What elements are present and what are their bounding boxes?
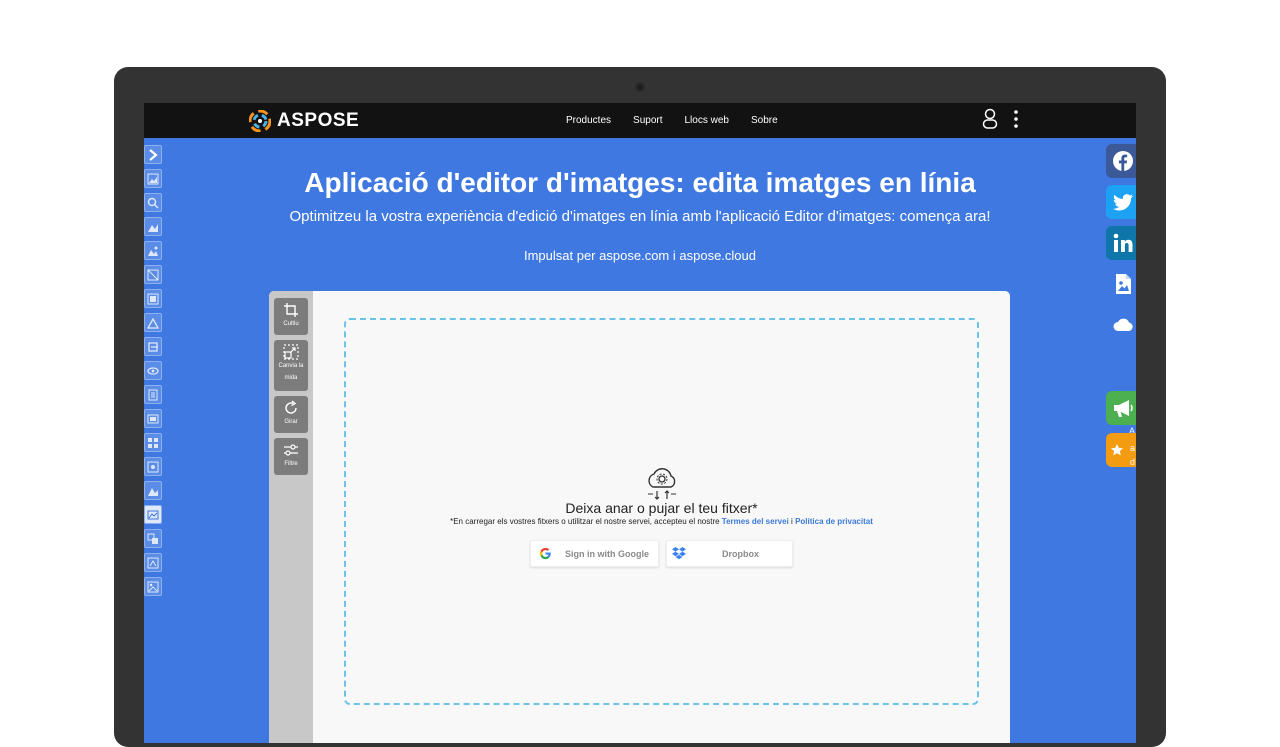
facebook-icon xyxy=(1113,151,1133,171)
app-icon-14[interactable] xyxy=(144,481,162,500)
app-icon-5[interactable] xyxy=(144,265,162,284)
privacy-policy-link[interactable]: Política de privacitat xyxy=(795,517,873,526)
cloud-icon xyxy=(1113,318,1133,331)
aspose-cloud-link[interactable]: aspose.cloud xyxy=(679,248,756,263)
chevron-right-icon[interactable] xyxy=(144,145,162,164)
linkedin-share-button[interactable] xyxy=(1106,226,1136,260)
dropzone-title: Deixa anar o pujar el teu fitxer* xyxy=(565,500,758,516)
editor-toolbar: Cultiu Canvia la mida Girar Filtre xyxy=(269,291,313,743)
google-icon xyxy=(539,547,551,560)
brand-name: ASPOSE xyxy=(277,109,360,131)
terms-note-joiner: i xyxy=(791,517,793,526)
app-switcher-strip xyxy=(144,145,164,601)
powered-by-joiner: i xyxy=(672,248,676,263)
aspose-com-link[interactable]: aspose.com xyxy=(599,248,669,263)
app-icon-3[interactable] xyxy=(144,217,162,236)
app-icon-11[interactable] xyxy=(144,409,162,428)
dropzone-terms-note: *En carregar els vostres fitxers o utili… xyxy=(346,517,977,526)
feedback-button[interactable] xyxy=(1106,391,1136,425)
app-icon-7[interactable] xyxy=(144,313,162,332)
image-file-icon xyxy=(1116,274,1131,294)
image-editor-panel: Cultiu Canvia la mida Girar Filtre Deixa… xyxy=(269,291,1010,743)
dropbox-button[interactable]: Dropbox xyxy=(666,540,793,567)
nav-link-products[interactable]: Productes xyxy=(555,115,622,126)
resize-label-line2: mida xyxy=(284,375,298,381)
app-icon-18[interactable] xyxy=(144,577,162,596)
nav-link-about[interactable]: Sobre xyxy=(740,115,789,126)
kebab-icon[interactable] xyxy=(1010,108,1022,130)
app-icon-editor-active[interactable] xyxy=(144,505,162,524)
crop-button[interactable]: Cultiu xyxy=(274,298,308,335)
star-icon xyxy=(1110,443,1124,456)
resize-label-line1: Canvia la xyxy=(278,363,304,369)
google-signin-label: Sign in with Google xyxy=(565,548,649,559)
app-icon-16[interactable] xyxy=(144,529,162,548)
rotate-icon xyxy=(285,400,297,414)
powered-by: Impulsat per aspose.com i aspose.cloud xyxy=(144,248,1136,263)
terms-of-service-link[interactable]: Termes del servei xyxy=(722,517,789,526)
webcam xyxy=(635,82,645,92)
twitter-share-button[interactable] xyxy=(1106,185,1136,219)
user-icon[interactable] xyxy=(982,108,998,130)
filter-icon xyxy=(284,444,298,456)
app-icon-12[interactable] xyxy=(144,433,162,452)
file-dropzone[interactable]: Deixa anar o pujar el teu fitxer* *En ca… xyxy=(344,318,979,705)
app-icon-13[interactable] xyxy=(144,457,162,476)
filter-button[interactable]: Filtre xyxy=(274,438,308,475)
app-icon-17[interactable] xyxy=(144,553,162,572)
dropbox-icon xyxy=(672,546,686,559)
nav-link-websites[interactable]: Llocs web xyxy=(674,115,740,126)
resize-button[interactable]: Canvia la mida xyxy=(274,340,308,391)
rate-side-text-1: a xyxy=(1130,443,1136,453)
facebook-share-button[interactable] xyxy=(1106,144,1136,178)
filter-label: Filtre xyxy=(284,461,298,467)
aspose-logo-icon xyxy=(249,109,271,132)
cloud-upload-icon xyxy=(648,468,676,500)
browser-viewport: ASPOSE Productes Suport Llocs web Sobre xyxy=(144,103,1136,743)
rotate-button[interactable]: Girar xyxy=(274,396,308,433)
resize-icon xyxy=(283,344,299,360)
page-subtitle: Optimitzeu la vostra experiència d'edici… xyxy=(289,208,991,225)
terms-note-prefix: *En carregar els vostres fitxers o utili… xyxy=(450,517,720,526)
app-icon-10[interactable] xyxy=(144,385,162,404)
dropbox-label: Dropbox xyxy=(722,548,759,559)
megaphone-icon xyxy=(1114,400,1133,417)
cloud-button[interactable] xyxy=(1106,308,1136,342)
rotate-label: Girar xyxy=(284,419,298,425)
image-file-button[interactable] xyxy=(1106,267,1136,301)
linkedin-icon xyxy=(1113,233,1133,252)
crop-icon xyxy=(284,303,298,317)
nav-link-support[interactable]: Suport xyxy=(622,115,673,126)
page-title: Aplicació d'editor d'imatges: edita imat… xyxy=(304,167,976,198)
powered-by-prefix: Impulsat per xyxy=(523,248,596,263)
app-icon-8[interactable] xyxy=(144,337,162,356)
aspose-logo[interactable]: ASPOSE xyxy=(249,107,359,134)
rate-side-text-2: d xyxy=(1130,457,1136,467)
crop-label: Cultiu xyxy=(283,321,299,327)
eye-icon[interactable] xyxy=(144,361,162,380)
app-icon-6[interactable] xyxy=(144,289,162,308)
google-signin-button[interactable]: Sign in with Google xyxy=(530,540,659,567)
main-menu: Productes Suport Llocs web Sobre xyxy=(555,103,789,138)
twitter-icon xyxy=(1113,194,1133,211)
top-navbar: ASPOSE Productes Suport Llocs web Sobre xyxy=(144,103,1136,138)
